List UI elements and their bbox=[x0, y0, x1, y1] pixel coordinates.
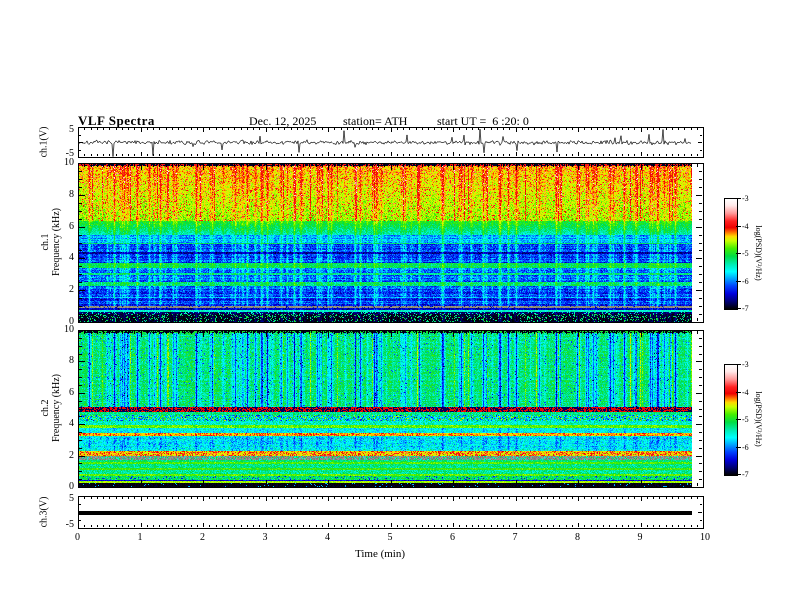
freq-tick-label-ch2-0: 0 bbox=[69, 481, 74, 492]
cb1-tick-label--6: -6 bbox=[742, 276, 749, 286]
colorbar-ch2-label: log(PSD)(V²/Hz) bbox=[754, 391, 763, 447]
ch3-wave-axis-title: ch.3(V) bbox=[38, 496, 50, 528]
ch2-spec-axis-title: ch.2 Frequency (kHz) bbox=[40, 374, 62, 442]
freq-tick-label-ch2-10: 10 bbox=[64, 324, 74, 335]
time-tick-label-6: 6 bbox=[450, 532, 455, 543]
cb1-tick-mark bbox=[736, 198, 741, 199]
time-tick-label-1: 1 bbox=[137, 532, 143, 543]
axes-layer bbox=[0, 0, 792, 612]
freq-tick-label-ch1-4: 4 bbox=[69, 252, 74, 264]
cb1-tick-label--3: -3 bbox=[742, 194, 749, 203]
cb2-tick-label--7: -7 bbox=[742, 470, 749, 479]
time-tick-label-9: 9 bbox=[637, 532, 643, 543]
ch2-spec-axis-title-line1: ch.2 bbox=[40, 399, 51, 417]
cb1-tick-mark bbox=[736, 225, 741, 227]
cb2-tick-mark bbox=[736, 474, 741, 475]
time-axis-title: Time (min) bbox=[355, 548, 406, 560]
freq-tick-label-ch1-10: 10 bbox=[64, 157, 74, 168]
freq-tick-label-ch1-6: 6 bbox=[69, 220, 74, 232]
cb1-tick-label--4: -4 bbox=[742, 221, 749, 231]
freq-tick-label-ch1-2: 2 bbox=[69, 284, 74, 296]
volt-tick-label-ch1-5: 5 bbox=[69, 124, 74, 135]
time-tick-label-7: 7 bbox=[512, 532, 518, 543]
ch1-wave-axis-title: ch.1(V) bbox=[38, 126, 50, 158]
time-tick-label-10: 10 bbox=[700, 532, 710, 543]
colorbar-ch1-label: log(PSD)(V²/Hz) bbox=[754, 225, 763, 281]
cb1-tick-mark bbox=[736, 253, 741, 254]
cb2-tick-mark bbox=[736, 391, 741, 393]
time-tick-label-5: 5 bbox=[387, 532, 393, 543]
volt-tick-label-ch3--5: -5 bbox=[65, 519, 74, 530]
freq-tick-label-ch2-8: 8 bbox=[69, 355, 74, 367]
freq-tick-label-ch2-4: 4 bbox=[69, 418, 74, 430]
ch2-spec-axis-title-line2: Frequency (kHz) bbox=[51, 373, 62, 443]
cb2-tick-label--6: -6 bbox=[742, 442, 749, 452]
time-tick-label-3: 3 bbox=[262, 532, 268, 543]
cb1-tick-label--5: -5 bbox=[742, 249, 749, 258]
volt-tick-label-ch3-5: 5 bbox=[69, 493, 74, 504]
ch1-spec-axis-title: ch.1 Frequency (kHz) bbox=[40, 208, 62, 276]
volt-tick-label-ch1--5: -5 bbox=[65, 148, 74, 159]
ch1-spec-axis-title-line2: Frequency (kHz) bbox=[51, 207, 62, 277]
cb2-tick-label--4: -4 bbox=[742, 387, 749, 397]
cb1-tick-mark bbox=[736, 280, 741, 282]
colorbar-ch1 bbox=[724, 198, 738, 310]
time-tick-label-8: 8 bbox=[575, 532, 580, 543]
time-tick-label-2: 2 bbox=[200, 532, 205, 543]
time-tick-label-0: 0 bbox=[75, 532, 80, 543]
cb2-tick-mark bbox=[736, 446, 741, 448]
freq-tick-label-ch2-2: 2 bbox=[69, 449, 74, 461]
time-tick-label-4: 4 bbox=[325, 532, 330, 543]
colorbar-ch2 bbox=[724, 364, 738, 476]
cb2-tick-mark bbox=[736, 364, 741, 365]
ch1-spec-axis-title-line1: ch.1 bbox=[40, 233, 51, 251]
cb1-tick-mark bbox=[736, 308, 741, 309]
freq-tick-label-ch1-8: 8 bbox=[69, 188, 74, 200]
freq-tick-label-ch2-6: 6 bbox=[69, 386, 74, 398]
vlf-spectra-figure: VLF Spectra Dec. 12, 2025 station= ATH s… bbox=[0, 0, 792, 612]
cb2-tick-label--3: -3 bbox=[742, 360, 749, 369]
cb2-tick-mark bbox=[736, 419, 741, 420]
cb1-tick-label--7: -7 bbox=[742, 304, 749, 313]
cb2-tick-label--5: -5 bbox=[742, 415, 749, 424]
